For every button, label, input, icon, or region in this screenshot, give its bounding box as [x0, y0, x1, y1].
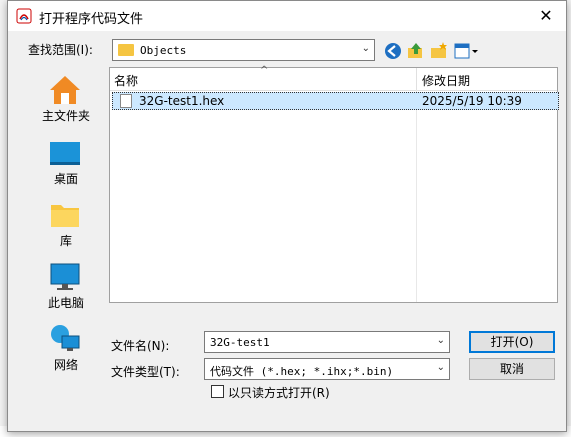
dialog-title: 打开程序代码文件: [39, 12, 144, 27]
place-label-this-pc: 此电脑: [47, 296, 84, 310]
filetype-value: 代码文件 (*.hex; *.ihx;*.bin): [210, 365, 394, 378]
folder-icon: [118, 44, 134, 56]
computer-icon: [50, 263, 80, 290]
file-icon: [120, 94, 132, 108]
chevron-down-icon: ⌄: [361, 43, 370, 54]
list-item[interactable]: 32G-test1.hex 2025/5/19 10:39: [112, 92, 559, 110]
sort-ascending-icon: ^: [260, 65, 269, 76]
filetype-label: 文件类型(T):: [111, 365, 180, 379]
column-header-name[interactable]: 名称: [114, 72, 138, 89]
network-icon: [51, 325, 80, 351]
app-icon: [16, 8, 32, 24]
readonly-checkbox[interactable]: [211, 385, 224, 398]
file-date: 2025/5/19 10:39: [422, 94, 522, 108]
home-icon: [50, 76, 80, 104]
place-label-library: 库: [59, 234, 72, 248]
place-label-network: 网络: [53, 358, 78, 372]
places-bar: 主文件夹 桌面 库 此电脑 网络: [23, 61, 109, 401]
cancel-button[interactable]: 取消: [469, 358, 555, 380]
place-library[interactable]: 库: [23, 192, 109, 252]
file-name: 32G-test1.hex: [139, 94, 225, 108]
column-header-date[interactable]: 修改日期: [422, 72, 470, 89]
column-divider[interactable]: [416, 68, 417, 90]
chevron-down-icon: ⌄: [436, 362, 445, 373]
filename-label: 文件名(N):: [111, 339, 170, 353]
filename-field[interactable]: 32G-test1 ⌄: [204, 331, 450, 353]
library-folder-icon: [51, 205, 79, 227]
place-label-desktop: 桌面: [53, 172, 78, 186]
place-network[interactable]: 网络: [23, 316, 109, 376]
place-desktop[interactable]: 桌面: [23, 130, 109, 190]
new-folder-icon[interactable]: [429, 41, 449, 61]
open-file-dialog: 打开程序代码文件 ✕ 查找范围(I): Objects ⌄ 主文件夹 桌面 库 …: [7, 0, 567, 432]
chevron-down-icon: ⌄: [436, 335, 445, 346]
place-label-home: 主文件夹: [41, 109, 90, 123]
place-home[interactable]: 主文件夹: [23, 67, 109, 127]
close-icon[interactable]: ✕: [526, 1, 566, 31]
readonly-label[interactable]: 以只读方式打开(R): [228, 384, 330, 401]
open-button[interactable]: 打开(O): [469, 331, 555, 353]
column-divider-line: [416, 90, 417, 302]
desktop-icon: [50, 142, 80, 165]
look-in-value: Objects: [140, 44, 187, 57]
filename-value: 32G-test1: [210, 336, 270, 349]
filetype-dropdown[interactable]: 代码文件 (*.hex; *.ihx;*.bin) ⌄: [204, 358, 450, 380]
view-menu-icon[interactable]: [453, 41, 479, 61]
file-list[interactable]: ^ 名称 修改日期 32G-test1.hex 2025/5/19 10:39: [109, 65, 559, 303]
list-header: ^ 名称 修改日期: [110, 65, 557, 91]
look-in-dropdown[interactable]: Objects ⌄: [112, 39, 375, 61]
look-in-label: 查找范围(I):: [28, 43, 93, 57]
up-folder-icon[interactable]: [406, 41, 426, 61]
title-bar: 打开程序代码文件 ✕: [8, 1, 566, 31]
place-this-pc[interactable]: 此电脑: [23, 254, 109, 314]
back-icon[interactable]: [383, 41, 403, 61]
